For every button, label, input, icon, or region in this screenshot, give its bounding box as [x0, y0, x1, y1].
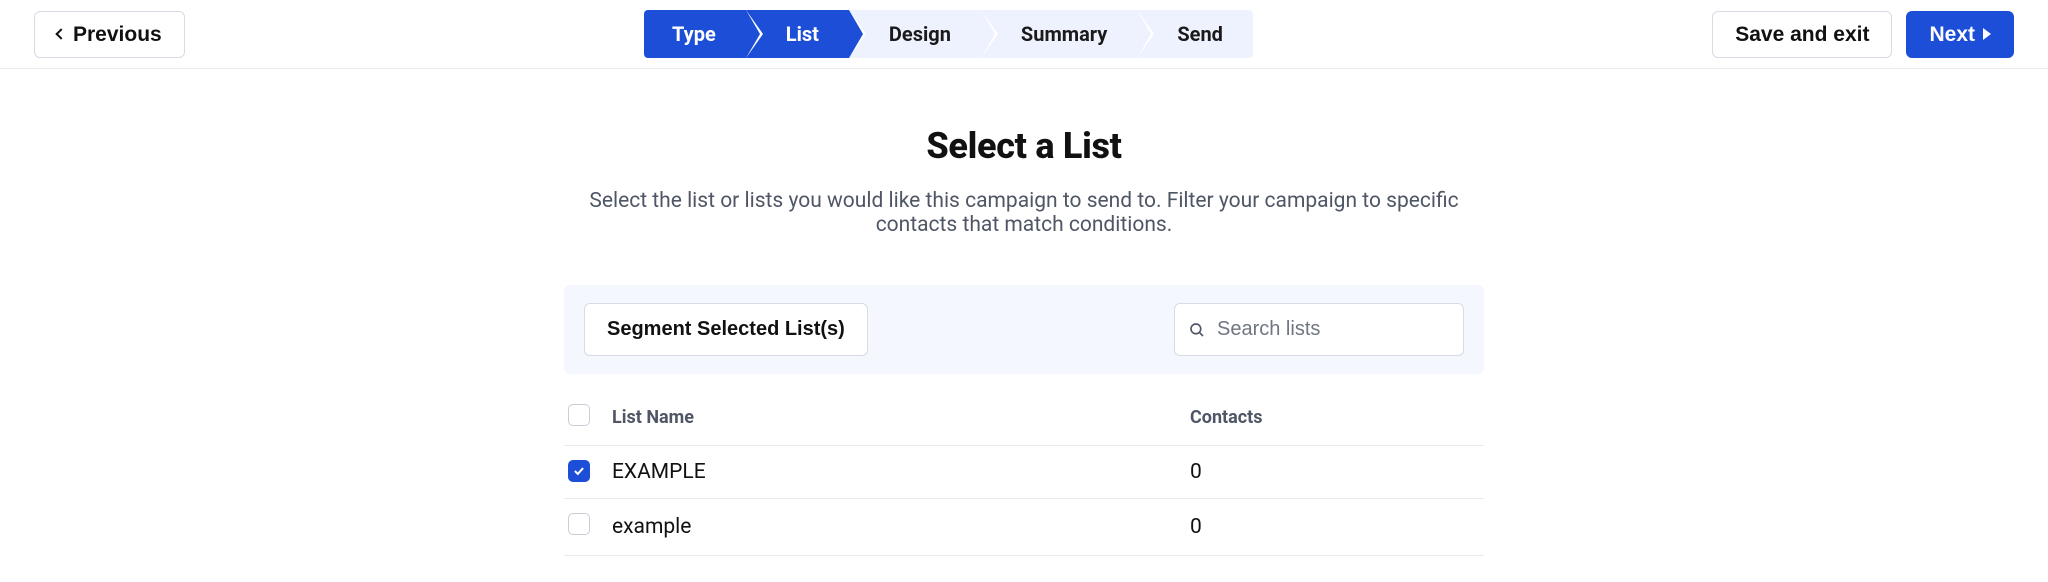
- header-name: List Name: [612, 407, 1190, 428]
- step-type[interactable]: Type: [644, 10, 746, 58]
- page-title: Select a List: [564, 125, 1484, 167]
- row-name: EXAMPLE: [612, 460, 1190, 484]
- step-label: Design: [889, 22, 951, 46]
- step-label: List: [786, 22, 819, 46]
- filter-panel: Segment Selected List(s): [564, 285, 1484, 374]
- row-checkbox[interactable]: [568, 460, 590, 482]
- previous-label: Previous: [73, 24, 162, 45]
- search-wrap: [1174, 303, 1464, 356]
- row-contacts: 0: [1190, 460, 1480, 484]
- save-exit-label: Save and exit: [1735, 24, 1869, 45]
- select-all-checkbox[interactable]: [568, 404, 590, 426]
- step-label: Summary: [1021, 22, 1107, 46]
- topbar-right: Save and exit Next: [1712, 11, 2014, 58]
- next-label: Next: [1929, 24, 1975, 45]
- chevron-right-icon: [1983, 28, 1991, 40]
- row-checkbox[interactable]: [568, 513, 590, 535]
- segment-label: Segment Selected List(s): [607, 318, 845, 340]
- main-content: Select a List Select the list or lists y…: [544, 69, 1504, 556]
- save-exit-button[interactable]: Save and exit: [1712, 11, 1892, 58]
- check-icon: [572, 464, 586, 478]
- stepper: Type List Design Summary Send: [644, 10, 1253, 58]
- table-row[interactable]: EXAMPLE 0: [564, 446, 1484, 499]
- topbar: Previous Type List Design Summary Send S…: [0, 0, 2048, 69]
- row-checkbox-cell: [568, 513, 612, 541]
- search-icon: [1188, 321, 1206, 339]
- segment-button[interactable]: Segment Selected List(s): [584, 303, 868, 356]
- row-name: example: [612, 515, 1190, 539]
- previous-button[interactable]: Previous: [34, 11, 185, 58]
- row-checkbox-cell: [568, 460, 612, 484]
- chevron-left-icon: [55, 28, 66, 39]
- header-contacts: Contacts: [1190, 407, 1480, 428]
- topbar-left: Previous: [34, 11, 185, 58]
- search-input[interactable]: [1174, 303, 1464, 356]
- table-row[interactable]: example 0: [564, 499, 1484, 556]
- step-label: Type: [672, 22, 716, 46]
- list-table: List Name Contacts EXAMPLE 0 example 0: [564, 390, 1484, 556]
- step-send[interactable]: Send: [1137, 10, 1253, 58]
- page-subtitle: Select the list or lists you would like …: [564, 189, 1484, 237]
- step-summary[interactable]: Summary: [981, 10, 1137, 58]
- row-contacts: 0: [1190, 515, 1480, 539]
- step-design[interactable]: Design: [849, 10, 981, 58]
- step-label: Send: [1177, 22, 1223, 46]
- table-header: List Name Contacts: [564, 390, 1484, 446]
- select-all-cell: [568, 404, 612, 431]
- next-button[interactable]: Next: [1906, 11, 2014, 58]
